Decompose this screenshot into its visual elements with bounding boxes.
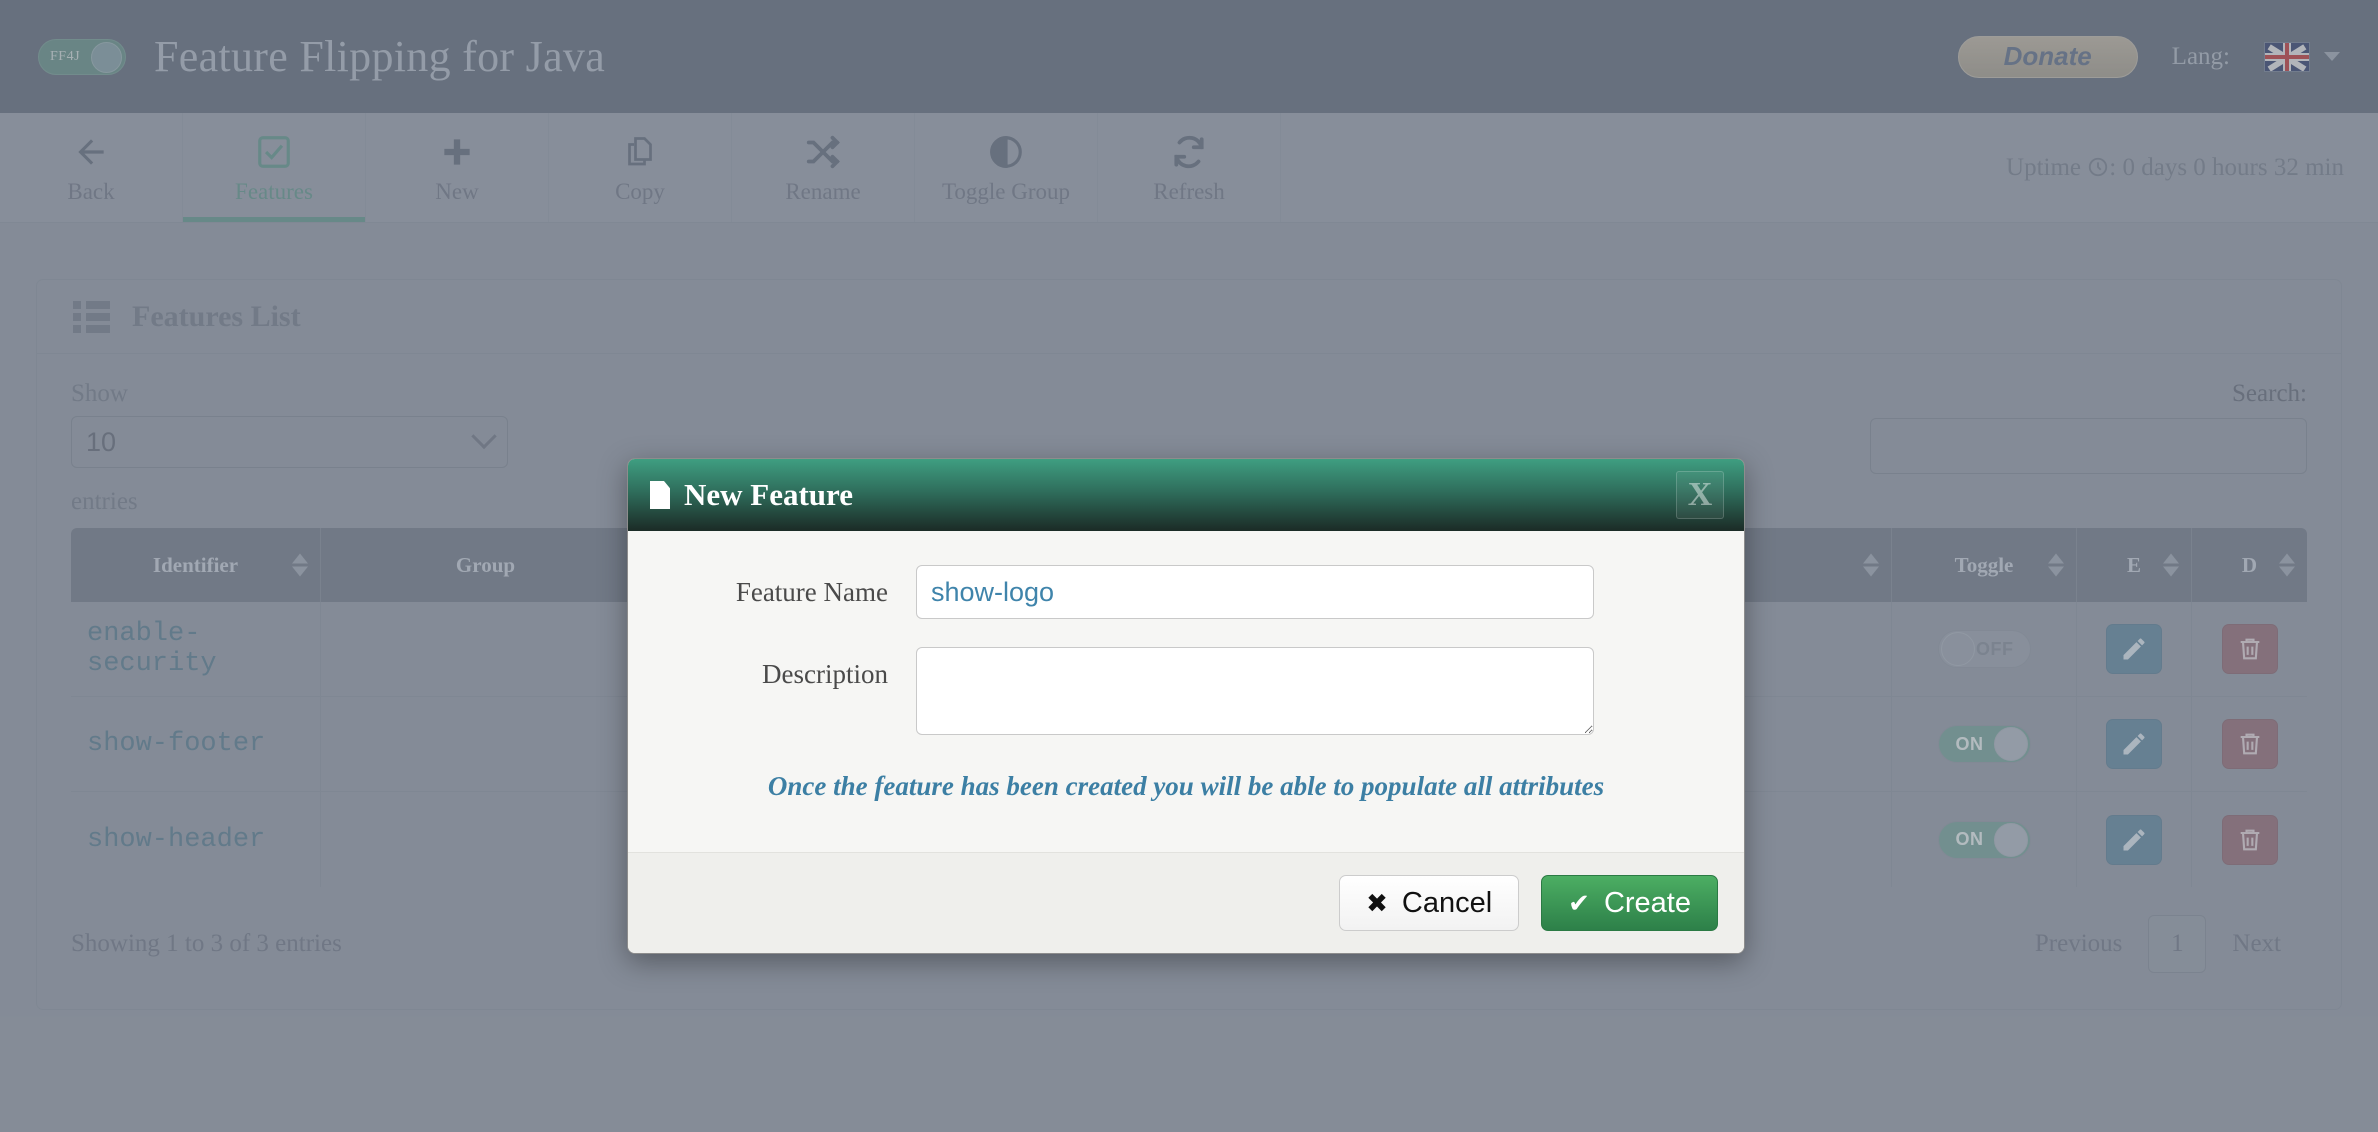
modal-hint-text: Once the feature has been created you wi…	[767, 771, 1605, 801]
cancel-label: Cancel	[1401, 886, 1493, 919]
feature-name-label: Feature Name	[735, 577, 888, 607]
description-textarea[interactable]	[916, 647, 1594, 735]
x-icon: ✖	[1366, 887, 1388, 918]
create-label: Create	[1603, 886, 1691, 919]
create-button[interactable]: ✔ Create	[1541, 875, 1718, 931]
description-row: Description	[684, 647, 1688, 735]
modal-title: New Feature	[684, 477, 854, 512]
feature-name-row: Feature Name	[684, 565, 1688, 619]
new-feature-modal: New Feature X Feature Name Description O…	[627, 458, 1745, 954]
modal-header: New Feature X	[628, 459, 1744, 531]
check-icon: ✔	[1568, 887, 1590, 918]
feature-name-input[interactable]	[916, 565, 1594, 619]
description-label: Description	[762, 659, 888, 689]
cancel-button[interactable]: ✖ Cancel	[1339, 875, 1520, 931]
modal-body: Feature Name Description Once the featur…	[628, 531, 1744, 852]
modal-footer: ✖ Cancel ✔ Create	[628, 852, 1744, 953]
file-icon	[650, 481, 670, 509]
close-icon[interactable]: X	[1676, 471, 1724, 519]
